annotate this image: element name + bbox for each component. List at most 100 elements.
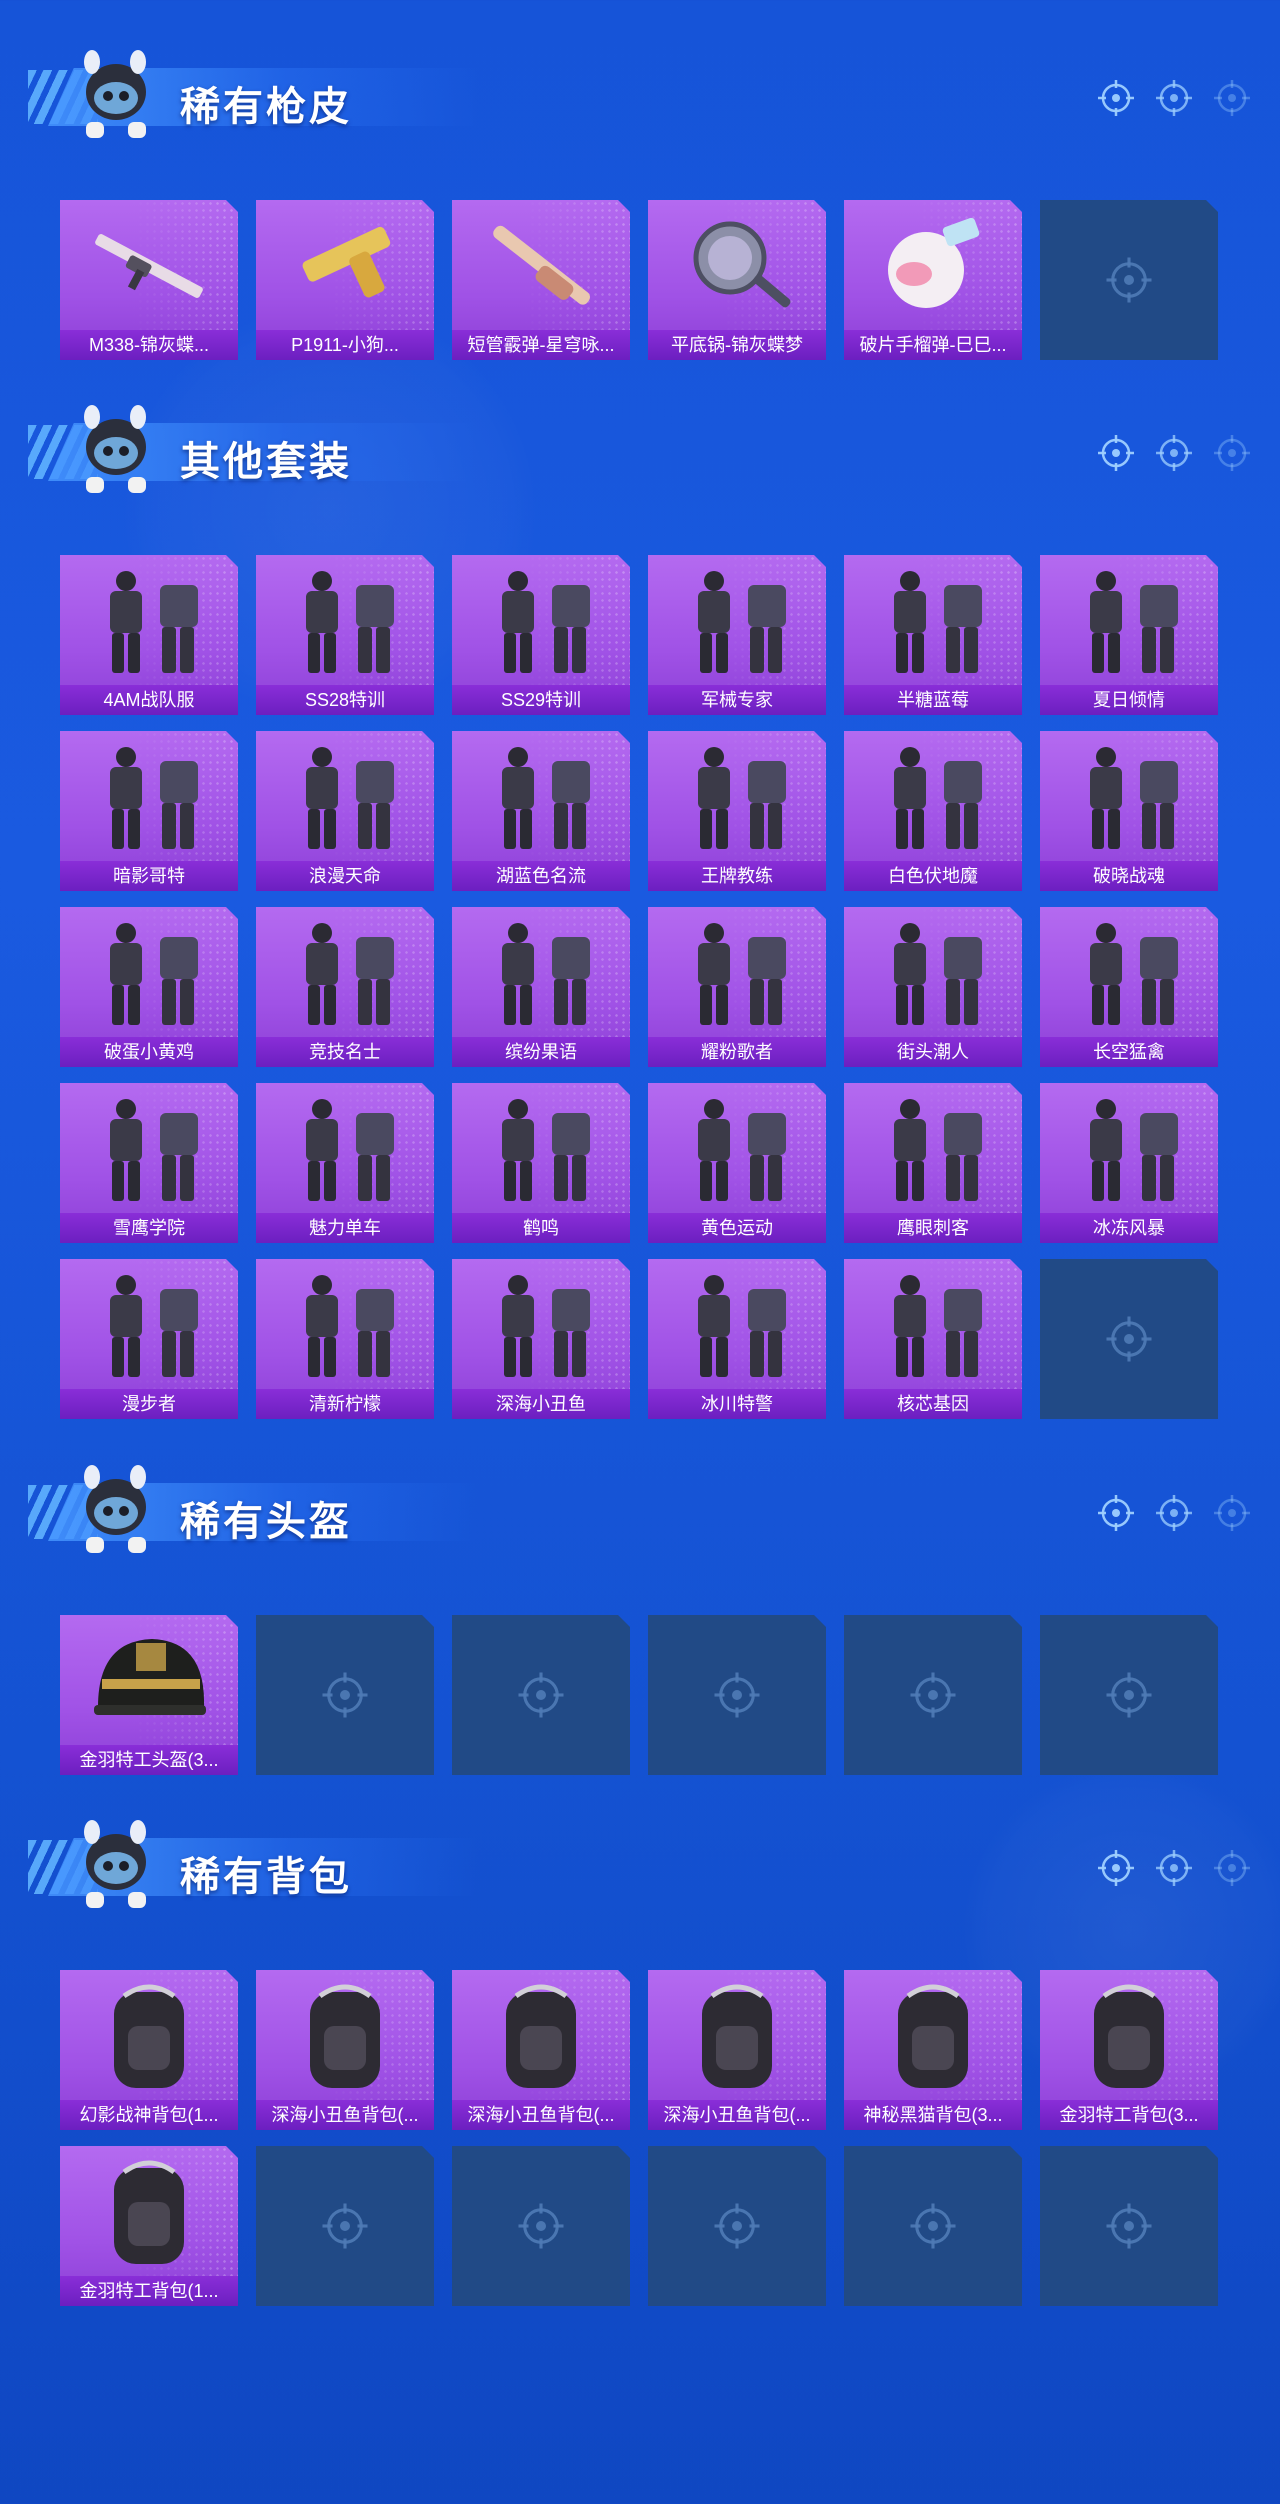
item-label: 长空猛禽 bbox=[1040, 1037, 1218, 1067]
item-card[interactable]: 冰川特警 bbox=[648, 1259, 826, 1419]
backpack-icon bbox=[472, 1978, 610, 2096]
item-label: 暗影哥特 bbox=[60, 861, 238, 891]
crosshair-icon bbox=[1096, 78, 1136, 118]
item-card[interactable]: 军械专家 bbox=[648, 555, 826, 715]
outfit-icon bbox=[668, 1267, 806, 1385]
item-label: 白色伏地魔 bbox=[844, 861, 1022, 891]
item-card[interactable]: 街头潮人 bbox=[844, 907, 1022, 1067]
item-card[interactable]: SS28特训 bbox=[256, 555, 434, 715]
item-card[interactable]: 漫步者 bbox=[60, 1259, 238, 1419]
item-label: 短管霰弹-星穹咏... bbox=[452, 330, 630, 360]
empty-slot bbox=[256, 2146, 434, 2306]
item-card[interactable]: 鹤鸣 bbox=[452, 1083, 630, 1243]
item-label: 耀粉歌者 bbox=[648, 1037, 826, 1067]
outfit-icon bbox=[1060, 1091, 1198, 1209]
item-card[interactable]: P1911-小狗... bbox=[256, 200, 434, 360]
item-card[interactable]: 湖蓝色名流 bbox=[452, 731, 630, 891]
item-card[interactable]: 半糖蓝莓 bbox=[844, 555, 1022, 715]
crosshair-decoration bbox=[1096, 78, 1252, 118]
outfit-icon bbox=[1060, 563, 1198, 681]
section-header: 稀有枪皮 bbox=[28, 40, 1252, 150]
crosshair-decoration bbox=[1096, 1493, 1252, 1533]
item-card[interactable]: 白色伏地魔 bbox=[844, 731, 1022, 891]
item-card[interactable]: 深海小丑鱼背包(... bbox=[452, 1970, 630, 2130]
crosshair-icon bbox=[1212, 433, 1252, 473]
item-card[interactable]: 深海小丑鱼 bbox=[452, 1259, 630, 1419]
outfit-icon bbox=[80, 1267, 218, 1385]
item-card[interactable]: 幻影战神背包(1... bbox=[60, 1970, 238, 2130]
item-grid: 金羽特工头盔(3... bbox=[60, 1615, 1218, 1775]
item-card[interactable]: 破片手榴弹-巳巳... bbox=[844, 200, 1022, 360]
crosshair-icon bbox=[1154, 433, 1194, 473]
crosshair-icon bbox=[1212, 1848, 1252, 1888]
mascot-icon bbox=[58, 1810, 168, 1920]
item-card[interactable]: 王牌教练 bbox=[648, 731, 826, 891]
item-card[interactable]: 魅力单车 bbox=[256, 1083, 434, 1243]
item-card[interactable]: 鹰眼刺客 bbox=[844, 1083, 1022, 1243]
item-card[interactable]: SS29特训 bbox=[452, 555, 630, 715]
outfit-icon bbox=[668, 915, 806, 1033]
empty-slot bbox=[1040, 200, 1218, 360]
item-card[interactable]: 冰冻风暴 bbox=[1040, 1083, 1218, 1243]
item-label: 湖蓝色名流 bbox=[452, 861, 630, 891]
item-label: 深海小丑鱼背包(... bbox=[452, 2100, 630, 2130]
item-card[interactable]: 平底锅-锦灰蝶梦 bbox=[648, 200, 826, 360]
crosshair-icon bbox=[1104, 255, 1154, 305]
crosshair-icon bbox=[712, 1670, 762, 1720]
empty-slot bbox=[648, 2146, 826, 2306]
item-label: 半糖蓝莓 bbox=[844, 685, 1022, 715]
item-card[interactable]: 浪漫天命 bbox=[256, 731, 434, 891]
item-card[interactable]: 长空猛禽 bbox=[1040, 907, 1218, 1067]
outfit-icon bbox=[668, 739, 806, 857]
item-card[interactable]: 金羽特工头盔(3... bbox=[60, 1615, 238, 1775]
item-label: 缤纷果语 bbox=[452, 1037, 630, 1067]
empty-slot bbox=[452, 2146, 630, 2306]
item-card[interactable]: 耀粉歌者 bbox=[648, 907, 826, 1067]
item-card[interactable]: 黄色运动 bbox=[648, 1083, 826, 1243]
item-card[interactable]: 缤纷果语 bbox=[452, 907, 630, 1067]
item-card[interactable]: 夏日倾情 bbox=[1040, 555, 1218, 715]
item-grid: M338-锦灰蝶... P1911-小狗... 短管霰弹-星穹咏... 平底锅-锦灰蝶… bbox=[60, 200, 1218, 360]
outfit-icon bbox=[276, 563, 414, 681]
empty-slot bbox=[452, 1615, 630, 1775]
section-header: 稀有背包 bbox=[28, 1810, 1252, 1920]
item-card[interactable]: 清新柠檬 bbox=[256, 1259, 434, 1419]
empty-slot bbox=[1040, 1259, 1218, 1419]
item-card[interactable]: 暗影哥特 bbox=[60, 731, 238, 891]
outfit-icon bbox=[864, 739, 1002, 857]
outfit-icon bbox=[668, 563, 806, 681]
item-card[interactable]: 破蛋小黄鸡 bbox=[60, 907, 238, 1067]
item-label: M338-锦灰蝶... bbox=[60, 330, 238, 360]
section-title: 其他套装 bbox=[180, 440, 352, 484]
crosshair-icon bbox=[1096, 1848, 1136, 1888]
item-label: 冰冻风暴 bbox=[1040, 1213, 1218, 1243]
backpack-icon bbox=[276, 1978, 414, 2096]
pistol-icon bbox=[276, 208, 414, 326]
item-card[interactable]: 神秘黑猫背包(3... bbox=[844, 1970, 1022, 2130]
item-card[interactable]: M338-锦灰蝶... bbox=[60, 200, 238, 360]
item-card[interactable]: 短管霰弹-星穹咏... bbox=[452, 200, 630, 360]
mascot-icon bbox=[58, 395, 168, 505]
mascot-icon bbox=[58, 1455, 168, 1565]
crosshair-icon bbox=[1104, 1670, 1154, 1720]
mascot-icon bbox=[58, 40, 168, 150]
item-card[interactable]: 金羽特工背包(3... bbox=[1040, 1970, 1218, 2130]
backpack-icon bbox=[80, 1978, 218, 2096]
item-label: 神秘黑猫背包(3... bbox=[844, 2100, 1022, 2130]
crosshair-icon bbox=[1096, 433, 1136, 473]
item-card[interactable]: 金羽特工背包(1... bbox=[60, 2146, 238, 2306]
item-label: 清新柠檬 bbox=[256, 1389, 434, 1419]
grenade-icon bbox=[864, 208, 1002, 326]
item-card[interactable]: 破晓战魂 bbox=[1040, 731, 1218, 891]
item-label: 平底锅-锦灰蝶梦 bbox=[648, 330, 826, 360]
item-card[interactable]: 雪鹰学院 bbox=[60, 1083, 238, 1243]
rifle-icon bbox=[80, 208, 218, 326]
item-card[interactable]: 竞技名士 bbox=[256, 907, 434, 1067]
item-card[interactable]: 核芯基因 bbox=[844, 1259, 1022, 1419]
item-label: 金羽特工背包(1... bbox=[60, 2276, 238, 2306]
item-card[interactable]: 深海小丑鱼背包(... bbox=[256, 1970, 434, 2130]
item-card[interactable]: 深海小丑鱼背包(... bbox=[648, 1970, 826, 2130]
item-card[interactable]: 4AM战队服 bbox=[60, 555, 238, 715]
outfit-icon bbox=[472, 1091, 610, 1209]
section-header: 稀有头盔 bbox=[28, 1455, 1252, 1565]
